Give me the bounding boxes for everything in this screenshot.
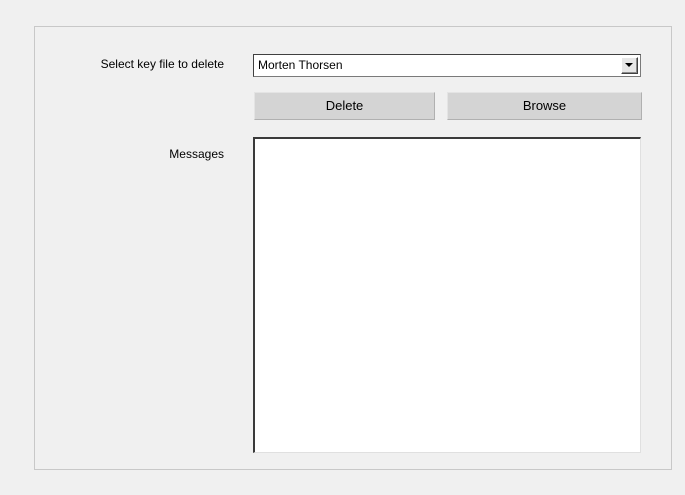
delete-button[interactable]: Delete (254, 92, 435, 120)
browse-button[interactable]: Browse (447, 92, 642, 120)
key-file-dropdown[interactable]: Morten Thorsen (253, 54, 641, 77)
messages-textarea[interactable] (253, 137, 641, 453)
select-key-label: Select key file to delete (100, 57, 224, 71)
key-file-selected-value: Morten Thorsen (258, 58, 343, 72)
chevron-down-icon[interactable] (621, 57, 638, 74)
delete-key-panel: Select key file to delete Morten Thorsen… (34, 26, 672, 470)
messages-label: Messages (169, 147, 224, 161)
